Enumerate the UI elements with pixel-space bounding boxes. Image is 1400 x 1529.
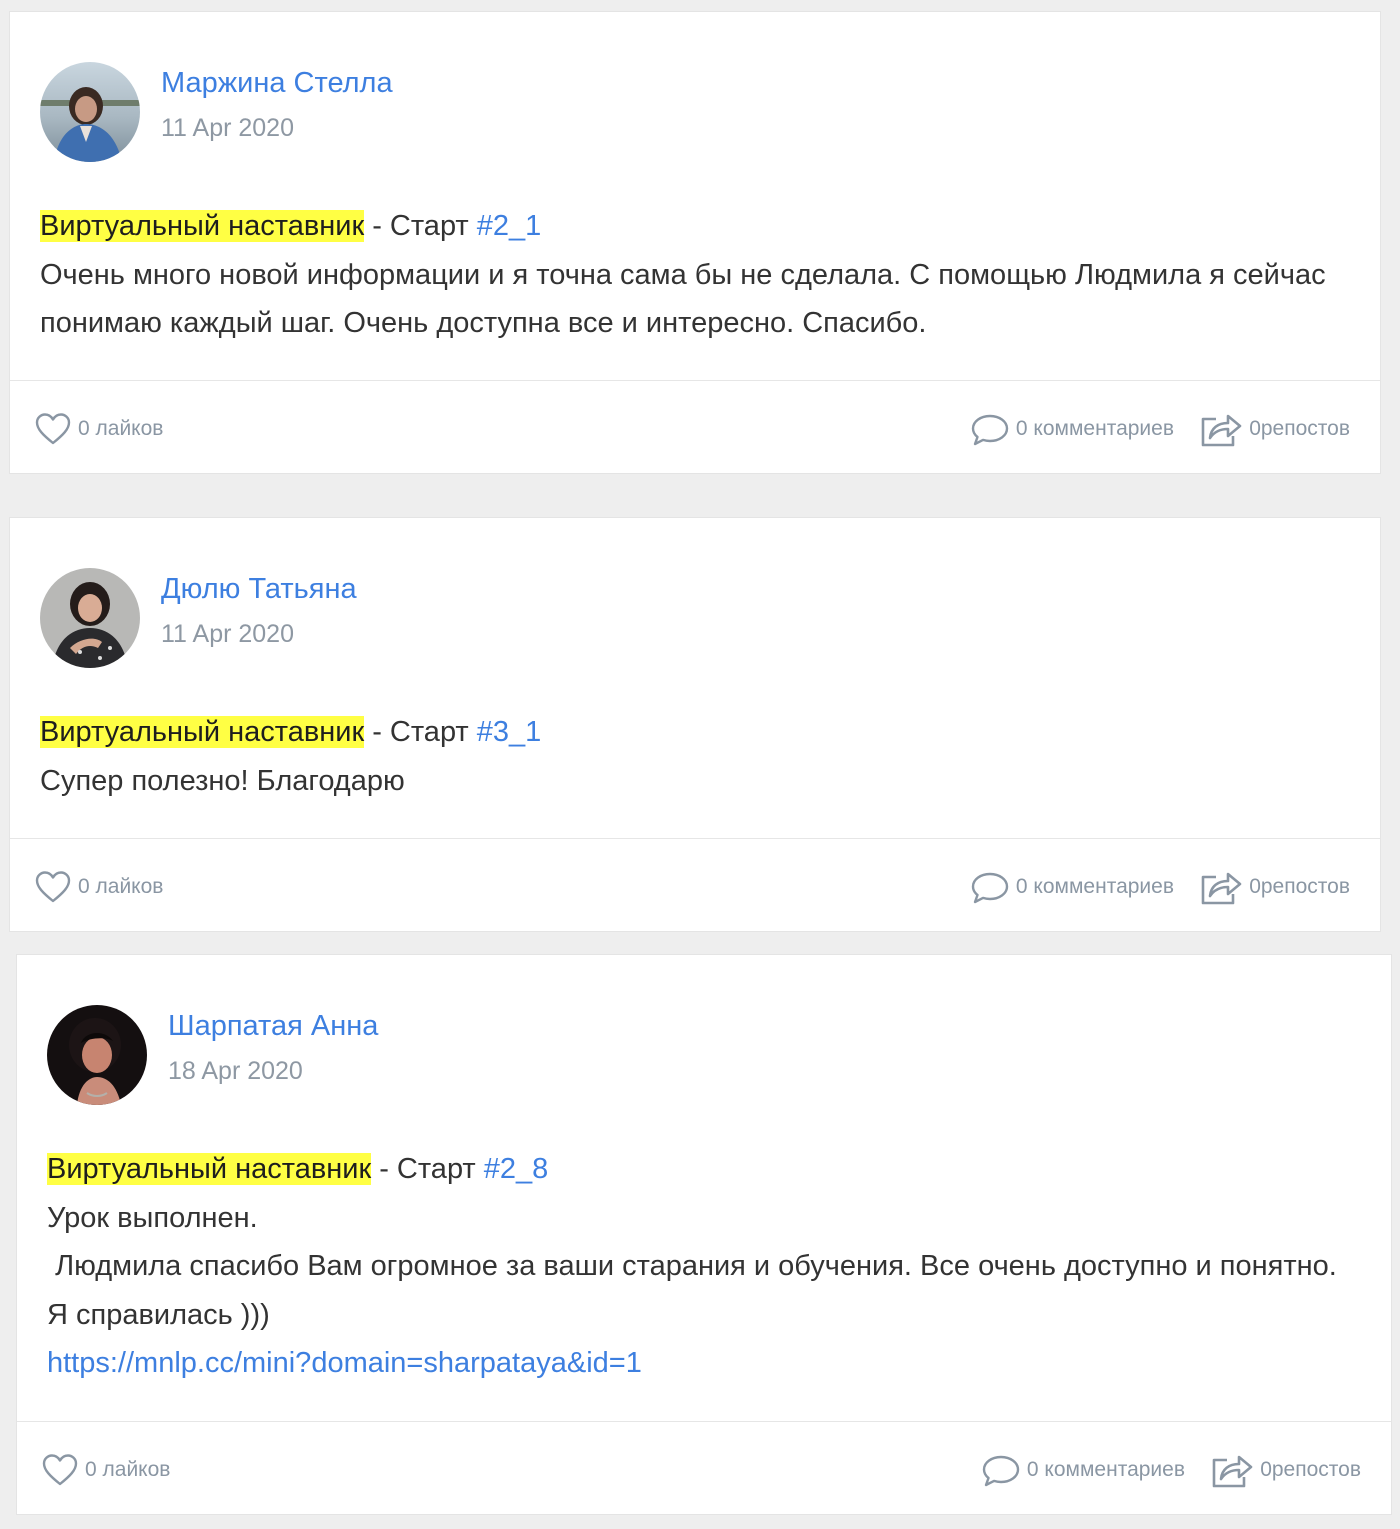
post-body: Виртуальный наставник - Старт #2_1 Очень…: [40, 202, 1340, 348]
reposts-count: 0репостов: [1260, 1458, 1361, 1481]
repost-icon: [1201, 414, 1242, 447]
heart-icon: [42, 1454, 78, 1486]
hashtag-link[interactable]: #3_1: [477, 716, 542, 748]
post-body: Виртуальный наставник - Старт #3_1 Супер…: [40, 708, 1340, 805]
author-link[interactable]: Маржина Стелла: [161, 67, 393, 100]
avatar[interactable]: [40, 568, 140, 668]
post-card: Дюлю Татьяна 11 Apr 2020 Виртуальный нас…: [10, 518, 1380, 931]
comments-count: 0 комментариев: [1015, 417, 1174, 440]
post-actions: 0 лайков 0 комментариев 0репостов: [10, 380, 1380, 473]
like-button[interactable]: 0 лайков: [34, 869, 163, 905]
post-date: 18 Apr 2020: [168, 1057, 303, 1085]
reposts-count: 0репостов: [1249, 875, 1350, 898]
post-text: Супер полезно! Благодарю: [40, 764, 405, 797]
post-body: Виртуальный наставник - Старт #2_8 Урок …: [47, 1145, 1351, 1388]
author-link[interactable]: Дюлю Татьяна: [161, 573, 357, 606]
like-button[interactable]: 0 лайков: [41, 1452, 170, 1488]
comment-button[interactable]: 0 комментариев: [981, 1452, 1185, 1488]
post-text: Очень много новой информации и я точна с…: [40, 258, 1334, 340]
repost-button[interactable]: 0репостов: [1199, 411, 1350, 447]
post-title-line: Виртуальный наставник - Старт #2_8: [47, 1145, 1351, 1194]
highlight-label: Виртуальный наставник: [47, 1153, 372, 1185]
post-text: Урок выполнен.: [47, 1201, 258, 1234]
post-card: Шарпатая Анна 18 Apr 2020 Виртуальный на…: [17, 955, 1391, 1514]
comment-icon: [971, 414, 1009, 446]
post-date: 11 Apr 2020: [161, 114, 294, 142]
highlight-label: Виртуальный наставник: [40, 716, 365, 748]
post-card: Маржина Стелла 11 Apr 2020 Виртуальный н…: [10, 12, 1380, 473]
likes-count: 0 лайков: [85, 1458, 171, 1481]
repost-button[interactable]: 0репостов: [1210, 1452, 1361, 1488]
post-actions: 0 лайков 0 комментариев 0репостов: [17, 1421, 1391, 1514]
post-title-line: Виртуальный наставник - Старт #3_1: [40, 708, 1340, 757]
post-link[interactable]: https://mnlp.cc/mini?domain=sharpataya&i…: [47, 1339, 1351, 1388]
comments-count: 0 комментариев: [1015, 875, 1174, 898]
repost-icon: [1201, 872, 1242, 905]
heart-icon: [35, 871, 71, 903]
post-actions: 0 лайков 0 комментариев 0репостов: [10, 838, 1380, 931]
comment-icon: [971, 872, 1009, 904]
title-separator: - Старт: [364, 716, 477, 748]
likes-count: 0 лайков: [78, 875, 164, 898]
title-separator: - Старт: [364, 210, 477, 242]
title-separator: - Старт: [371, 1153, 484, 1185]
author-link[interactable]: Шарпатая Анна: [168, 1010, 378, 1043]
hashtag-link[interactable]: #2_8: [484, 1153, 549, 1185]
avatar[interactable]: [47, 1005, 147, 1105]
likes-count: 0 лайков: [78, 417, 164, 440]
post-title-line: Виртуальный наставник - Старт #2_1: [40, 202, 1340, 251]
repost-icon: [1212, 1455, 1253, 1488]
hashtag-link[interactable]: #2_1: [477, 210, 542, 242]
avatar[interactable]: [40, 62, 140, 162]
post-text: Людмила спасибо Вам огромное за ваши ста…: [47, 1250, 1345, 1331]
reposts-count: 0репостов: [1249, 417, 1350, 440]
comment-icon: [982, 1455, 1020, 1487]
highlight-label: Виртуальный наставник: [40, 210, 365, 242]
comment-button[interactable]: 0 комментариев: [970, 869, 1174, 905]
like-button[interactable]: 0 лайков: [34, 411, 163, 447]
comments-count: 0 комментариев: [1026, 1458, 1185, 1481]
post-date: 11 Apr 2020: [161, 620, 294, 648]
heart-icon: [35, 413, 71, 445]
comment-button[interactable]: 0 комментариев: [970, 411, 1174, 447]
repost-button[interactable]: 0репостов: [1199, 869, 1350, 905]
